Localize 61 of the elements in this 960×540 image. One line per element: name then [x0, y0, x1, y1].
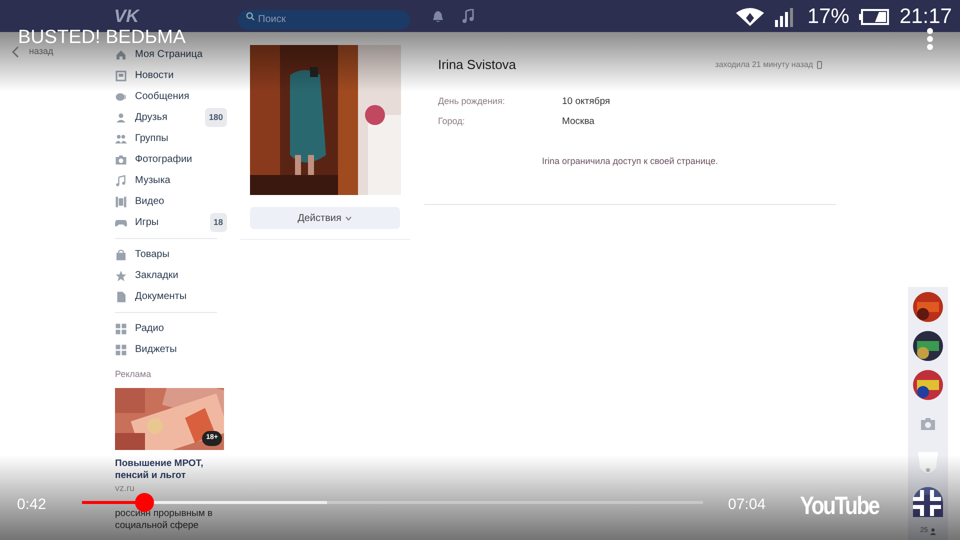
- seek-thumb[interactable]: [134, 493, 154, 512]
- grid-icon: [115, 344, 127, 356]
- ad-text: россиян прорывным в социальной сфере: [115, 508, 214, 532]
- privacy-notice: Irina ограничила доступ к своей странице.: [542, 155, 718, 168]
- music-note-icon[interactable]: [462, 9, 474, 23]
- duration: 07:04: [728, 495, 766, 515]
- speech-bubble-icon: [115, 90, 127, 102]
- elapsed-time: 0:42: [17, 495, 46, 515]
- youtube-logo: YouTube: [800, 491, 879, 522]
- sidebar-item[interactable]: Сообщения: [115, 86, 227, 107]
- person-icon: [115, 112, 127, 124]
- sidebar-item[interactable]: Виджеты: [115, 339, 227, 360]
- count-badge: 18: [210, 213, 227, 232]
- chevron-down-icon: [345, 216, 352, 220]
- sidebar-item[interactable]: Закладки: [115, 265, 227, 286]
- sidebar-item[interactable]: Новости: [115, 65, 227, 86]
- info-label: День рождения:: [438, 94, 506, 108]
- sidebar-item[interactable]: Фотографии: [115, 149, 227, 170]
- sidebar-item[interactable]: Группы: [115, 128, 227, 149]
- info-value: 10 октября: [562, 94, 610, 108]
- wifi-icon: [735, 7, 766, 27]
- seek-track[interactable]: [82, 501, 703, 504]
- vk-logo[interactable]: VK: [114, 2, 234, 30]
- sidebar-item[interactable]: Видео: [115, 191, 227, 212]
- info-value: Москва: [562, 114, 594, 129]
- bag-icon: [115, 248, 127, 260]
- house-icon: [115, 48, 127, 60]
- video-title: BUSTED! BEDЬMA: [18, 31, 186, 45]
- actions-button[interactable]: Действия: [250, 207, 400, 229]
- battery-percent: 17%: [807, 4, 850, 30]
- search-field[interactable]: Поиск: [238, 10, 410, 30]
- battery-icon: [859, 9, 890, 25]
- count-badge: 180: [204, 108, 227, 127]
- camera-icon: [115, 154, 127, 166]
- sidebar-item[interactable]: Товары: [115, 244, 227, 265]
- sidebar-item[interactable]: Моя Страница: [115, 44, 227, 65]
- clock: 21:17: [899, 4, 952, 30]
- person-icon: [930, 528, 936, 535]
- profile-name: Irina Svistova: [438, 56, 516, 74]
- ad-heading: Реклама: [115, 368, 152, 381]
- film-icon: [115, 196, 127, 208]
- bell-icon[interactable]: [432, 10, 444, 22]
- last-seen: заходила 21 минуту назад: [715, 58, 813, 71]
- ad-title[interactable]: Повышение МРОТ, пенсий и льгот: [115, 458, 227, 482]
- more-options-icon[interactable]: [926, 28, 934, 50]
- sidebar-item[interactable]: Радио: [115, 318, 227, 339]
- people-icon: [115, 132, 127, 144]
- sidebar-item[interactable]: Друзья 180: [115, 107, 227, 128]
- star-icon: [115, 270, 127, 282]
- music-note-icon: [115, 174, 127, 186]
- document-icon: [115, 290, 127, 302]
- sidebar-item[interactable]: Документы: [115, 286, 227, 307]
- ad-domain: vz.ru: [115, 482, 136, 494]
- sidebar-item[interactable]: Игры 18: [115, 212, 227, 233]
- grid-icon: [115, 322, 127, 334]
- back-link[interactable]: назад: [12, 45, 54, 58]
- info-label: Город:: [438, 115, 466, 128]
- chevron-left-icon: [12, 46, 19, 58]
- newspaper-icon: [115, 70, 127, 82]
- sidebar-item[interactable]: Музыка: [115, 170, 227, 191]
- phone-icon: [817, 60, 822, 69]
